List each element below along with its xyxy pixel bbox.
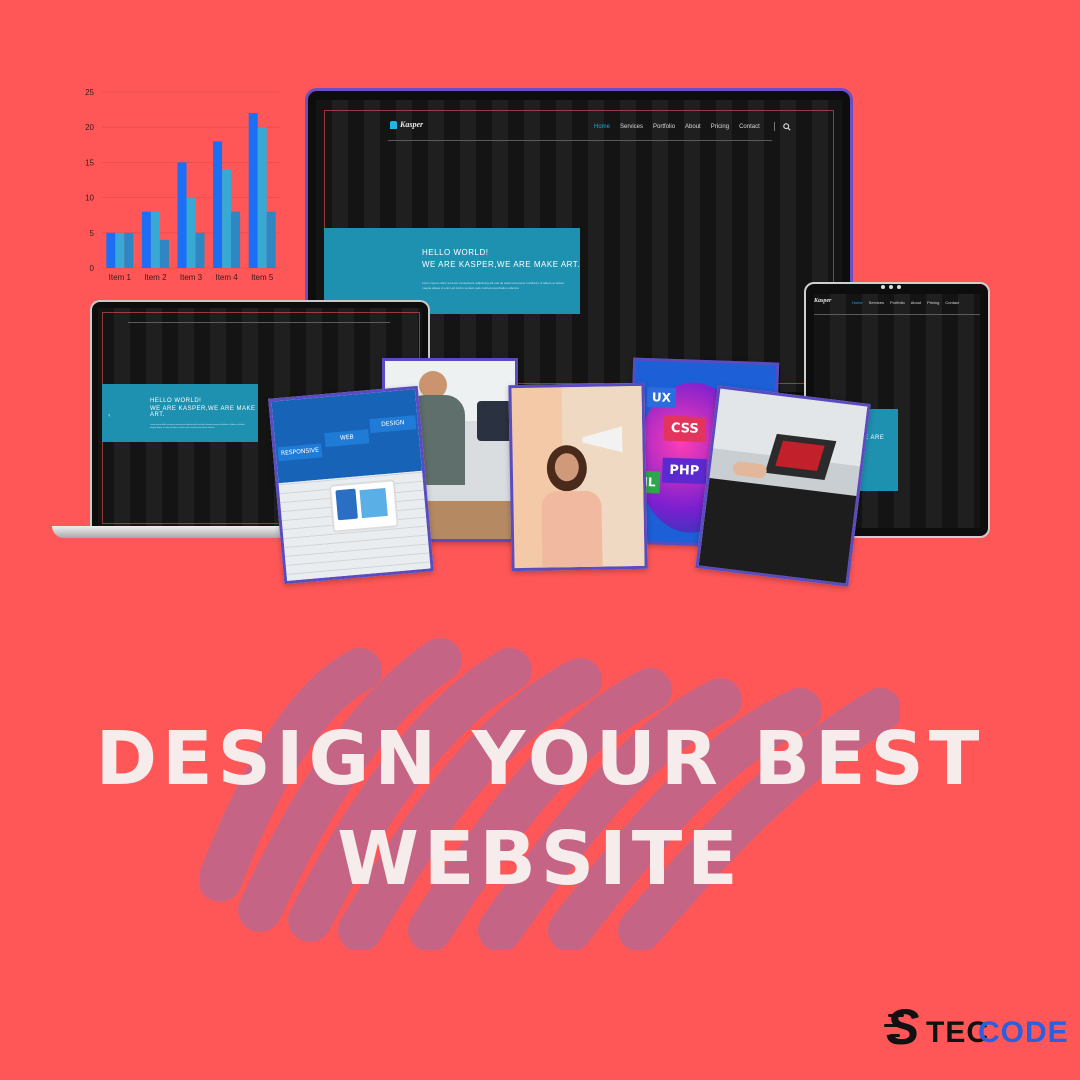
bar xyxy=(159,239,169,268)
photo-megaphone xyxy=(508,382,648,572)
photo-legs xyxy=(698,477,859,586)
bar xyxy=(248,113,258,268)
nav-services[interactable]: Services xyxy=(869,300,884,305)
nav-underline xyxy=(388,140,772,141)
nav-home[interactable]: Home xyxy=(594,124,610,130)
nav-about[interactable]: About xyxy=(911,300,921,305)
code-word-ux: UX xyxy=(646,387,677,409)
headline-line-1: DESIGN YOUR BEST xyxy=(95,716,985,802)
y-tick-label: 20 xyxy=(85,123,94,132)
photo-laptop-user xyxy=(695,385,871,587)
photo-shirt xyxy=(541,490,603,572)
hero-line-2: WE ARE KASPER,WE ARE MAKE ART. xyxy=(422,260,581,269)
y-tick-label: 25 xyxy=(85,88,94,97)
tablet-camera-dot xyxy=(881,285,885,289)
photo-laptop-screen xyxy=(775,440,825,472)
bar xyxy=(195,232,205,268)
bar-chart: 0 5 10 15 20 25 Item 1 Item 2 Item 3 Item 4 Item 5 xyxy=(85,88,280,282)
search-icon[interactable] xyxy=(783,122,791,131)
slider-arrow-icon[interactable]: ‹ xyxy=(108,412,110,419)
bar xyxy=(186,197,196,268)
brand-logo[interactable]: S TEC CODE xyxy=(884,999,1069,1055)
x-tick-label: Item 4 xyxy=(215,273,238,282)
tablet-camera-dot xyxy=(889,285,893,289)
x-tick-label: Item 5 xyxy=(251,273,274,282)
bar xyxy=(231,211,241,268)
bar xyxy=(213,141,223,268)
photo-hand xyxy=(731,460,768,479)
site-logo[interactable]: Kasper xyxy=(814,298,831,304)
bar xyxy=(141,211,151,268)
brand-part-2: CODE xyxy=(978,1016,1069,1049)
site-nav: Home Services Portfolio About Pricing Co… xyxy=(852,300,959,305)
hero-banner: HELLO WORLD! WE ARE KASPER,WE ARE MAKE A… xyxy=(102,384,258,442)
hero-paragraph: Lorem ipsum dolor sit amet consectetur a… xyxy=(150,424,245,429)
y-tick-label: 15 xyxy=(85,158,94,167)
code-word-php: PHP xyxy=(661,457,707,485)
bar xyxy=(222,169,232,268)
bar xyxy=(257,127,267,268)
photo-responsive: RESPONSIVE WEB DESIGN xyxy=(268,385,434,585)
poster: 0 5 10 15 20 25 Item 1 Item 2 Item 3 Item 4 Item 5… xyxy=(0,0,1080,1080)
site-nav: Home Services Portfolio About Pricing Co… xyxy=(594,122,791,131)
bar xyxy=(124,232,134,268)
photo-tablet-globe xyxy=(335,488,358,521)
nav-contact[interactable]: Contact xyxy=(945,300,959,305)
nav-pricing[interactable]: Pricing xyxy=(927,300,939,305)
nav-underline xyxy=(128,322,390,323)
logo-text: Kasper xyxy=(400,120,424,129)
nav-contact[interactable]: Contact xyxy=(739,124,760,130)
y-tick-label: 5 xyxy=(90,229,95,238)
nav-services[interactable]: Services xyxy=(620,124,643,130)
logo-mark-icon xyxy=(390,121,397,130)
photo-laptop xyxy=(764,433,837,481)
hero-line-1: HELLO WORLD! xyxy=(150,398,202,404)
nav-home[interactable]: Home xyxy=(852,300,863,305)
y-tick-label: 0 xyxy=(90,264,95,273)
x-tick-label: Item 3 xyxy=(180,273,203,282)
brand-initial: S xyxy=(886,999,920,1055)
nav-pricing[interactable]: Pricing xyxy=(711,124,729,130)
hero-line-2: WE ARE KASPER,WE ARE MAKE ART. xyxy=(150,406,256,418)
hero-line-1: HELLO WORLD! xyxy=(422,248,489,257)
headline-line-2: WEBSITE xyxy=(337,816,743,902)
nav-portfolio[interactable]: Portfolio xyxy=(890,300,905,305)
x-tick-label: Item 2 xyxy=(144,273,167,282)
site-logo[interactable]: Kasper xyxy=(390,120,424,130)
bar xyxy=(106,232,116,268)
tablet-camera-dot xyxy=(897,285,901,289)
logo-text: Kasper xyxy=(814,298,832,304)
photo-tablet-tile xyxy=(359,488,388,519)
nav-portfolio[interactable]: Portfolio xyxy=(653,124,675,130)
bar xyxy=(266,211,276,268)
nav-underline xyxy=(814,314,980,315)
photo-tablet xyxy=(328,479,399,533)
hero-paragraph: Lorem ipsum dolor sit amet consectetur a… xyxy=(422,281,565,290)
nav-divider xyxy=(773,122,775,131)
bar xyxy=(150,211,160,268)
bar xyxy=(115,232,125,268)
y-tick-label: 10 xyxy=(85,194,94,203)
nav-about[interactable]: About xyxy=(685,124,701,130)
code-word-css: CSS xyxy=(663,415,707,443)
bar xyxy=(177,162,187,268)
x-tick-label: Item 1 xyxy=(109,273,132,282)
